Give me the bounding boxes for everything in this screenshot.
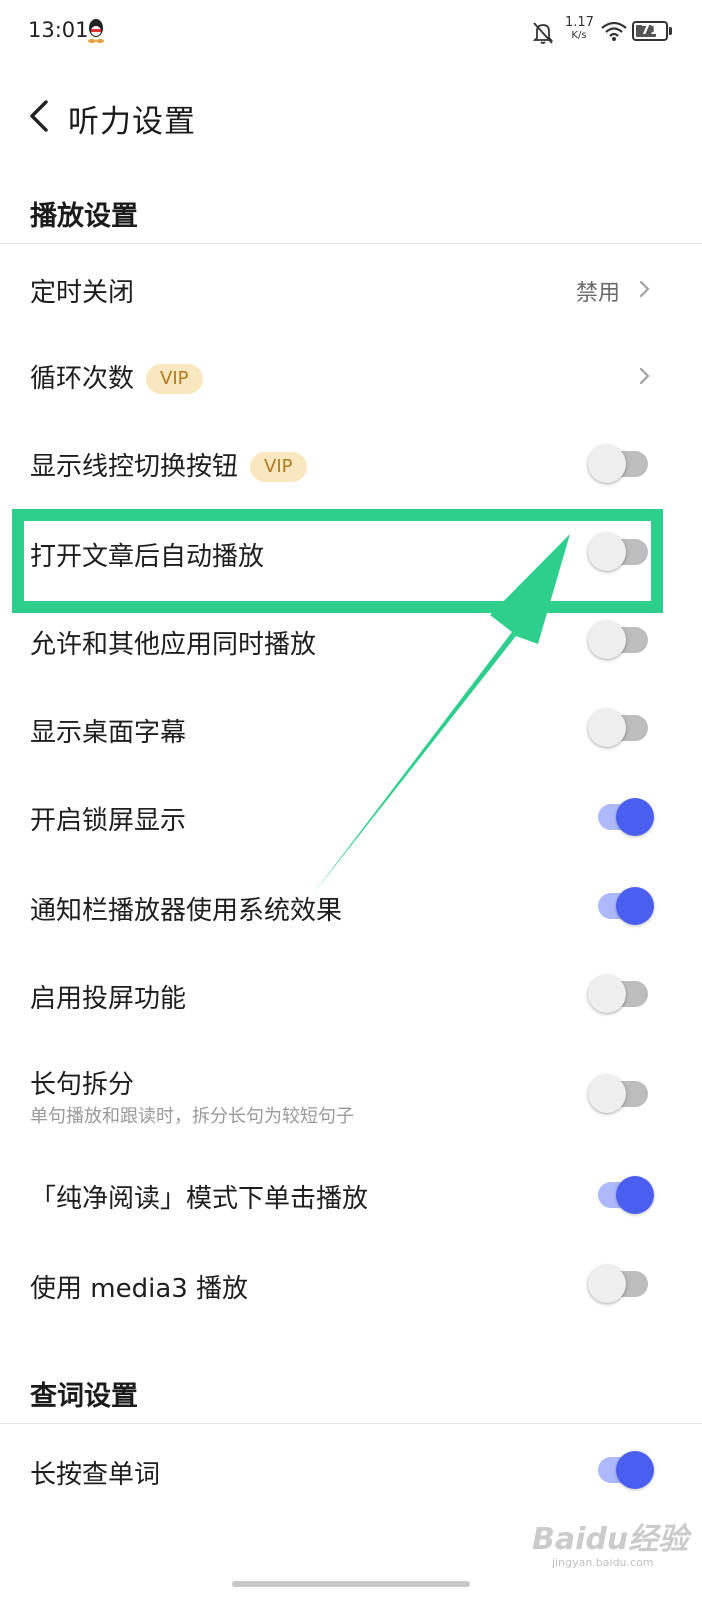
status-time: 13:01: [28, 18, 89, 42]
toggle-knob: [616, 798, 654, 836]
battery-icon: 71: [632, 21, 672, 41]
toggle-knob: [616, 1176, 654, 1214]
toggle-switch[interactable]: [588, 1449, 654, 1491]
vip-badge: VIP: [146, 364, 203, 394]
toggle-switch[interactable]: [588, 443, 654, 485]
toggle-knob: [616, 1451, 654, 1489]
bell-off-icon: [532, 22, 554, 44]
row-system-notification: 通知栏播放器使用系统效果: [0, 862, 702, 950]
network-speed-unit: K/s: [571, 30, 587, 41]
toggle-knob: [616, 887, 654, 925]
row-label: 启用投屏功能: [30, 984, 187, 1014]
row-label: 循环次数 VIP: [30, 358, 203, 395]
row-label: 使用 media3 播放: [30, 1274, 249, 1304]
toggle-switch[interactable]: [588, 619, 654, 661]
vip-badge: VIP: [250, 452, 307, 482]
chevron-right-icon: [639, 367, 650, 385]
watermark-text: Baidu经验: [532, 1522, 689, 1557]
toggle-knob: [588, 621, 626, 659]
home-indicator[interactable]: [232, 1581, 470, 1587]
row-lock-screen-display: 开启锁屏显示: [0, 772, 702, 862]
row-label: 显示线控切换按钮 VIP: [30, 446, 307, 483]
baidu-watermark: Baidu经验 jingyan.baidu.com: [510, 1512, 688, 1572]
qq-icon: [88, 19, 104, 43]
row-label: 显示桌面字幕: [30, 718, 187, 748]
row-label: 开启锁屏显示: [30, 806, 187, 836]
status-bar: 13:01 1.17 K/s 71: [0, 0, 702, 64]
toggle-switch[interactable]: [588, 1174, 654, 1216]
watermark-url: jingyan.baidu.com: [552, 1556, 654, 1569]
row-label: 定时关闭: [30, 278, 135, 308]
toggle-switch[interactable]: [588, 885, 654, 927]
row-desktop-subtitles: 显示桌面字幕: [0, 684, 702, 772]
network-speed-value: 1.17: [565, 15, 594, 30]
row-label-text: 显示线控切换按钮: [30, 452, 239, 482]
row-show-wire-control: 显示线控切换按钮 VIP: [0, 420, 702, 508]
row-label: 「纯净阅读」模式下单击播放: [30, 1184, 369, 1214]
toggle-switch[interactable]: [588, 707, 654, 749]
toggle-knob: [588, 975, 626, 1013]
toggle-knob: [588, 1265, 626, 1303]
row-sleep-timer[interactable]: 定时关闭 禁用: [0, 244, 702, 332]
section-title-playback: 播放设置: [30, 201, 138, 232]
toggle-knob: [588, 1075, 626, 1113]
toggle-knob: [588, 445, 626, 483]
row-sublabel: 单句播放和跟读时，拆分长句为较短句子: [30, 1106, 354, 1127]
chevron-right-icon: [639, 280, 650, 298]
row-label: 通知栏播放器使用系统效果: [30, 896, 343, 926]
toggle-switch[interactable]: [588, 796, 654, 838]
row-value: 禁用: [575, 281, 620, 306]
toggle-switch[interactable]: [588, 1263, 654, 1305]
toggle-switch[interactable]: [588, 1073, 654, 1115]
wifi-icon: [601, 21, 627, 41]
row-long-press-lookup: 长按查单词: [0, 1424, 702, 1516]
back-icon[interactable]: [26, 98, 54, 134]
row-split-sentences: 长句拆分 单句播放和跟读时，拆分长句为较短句子: [0, 1038, 702, 1150]
battery-percent: 71: [640, 23, 660, 38]
row-clean-read-tap: 「纯净阅读」模式下单击播放: [0, 1150, 702, 1240]
annotation-highlight-box: [12, 509, 663, 613]
row-label: 长句拆分: [30, 1070, 135, 1100]
row-loop-count[interactable]: 循环次数 VIP: [0, 332, 702, 420]
row-label: 允许和其他应用同时播放: [30, 630, 317, 660]
row-cast: 启用投屏功能: [0, 950, 702, 1038]
row-label-text: 循环次数: [30, 364, 135, 394]
toggle-knob: [588, 709, 626, 747]
network-speed: 1.17 K/s: [565, 15, 594, 42]
battery-tip: [669, 27, 672, 35]
page-title: 听力设置: [68, 104, 196, 140]
section-title-lookup: 查词设置: [30, 1381, 138, 1412]
toggle-switch[interactable]: [588, 973, 654, 1015]
row-media3: 使用 media3 播放: [0, 1240, 702, 1328]
row-label: 长按查单词: [30, 1460, 161, 1490]
